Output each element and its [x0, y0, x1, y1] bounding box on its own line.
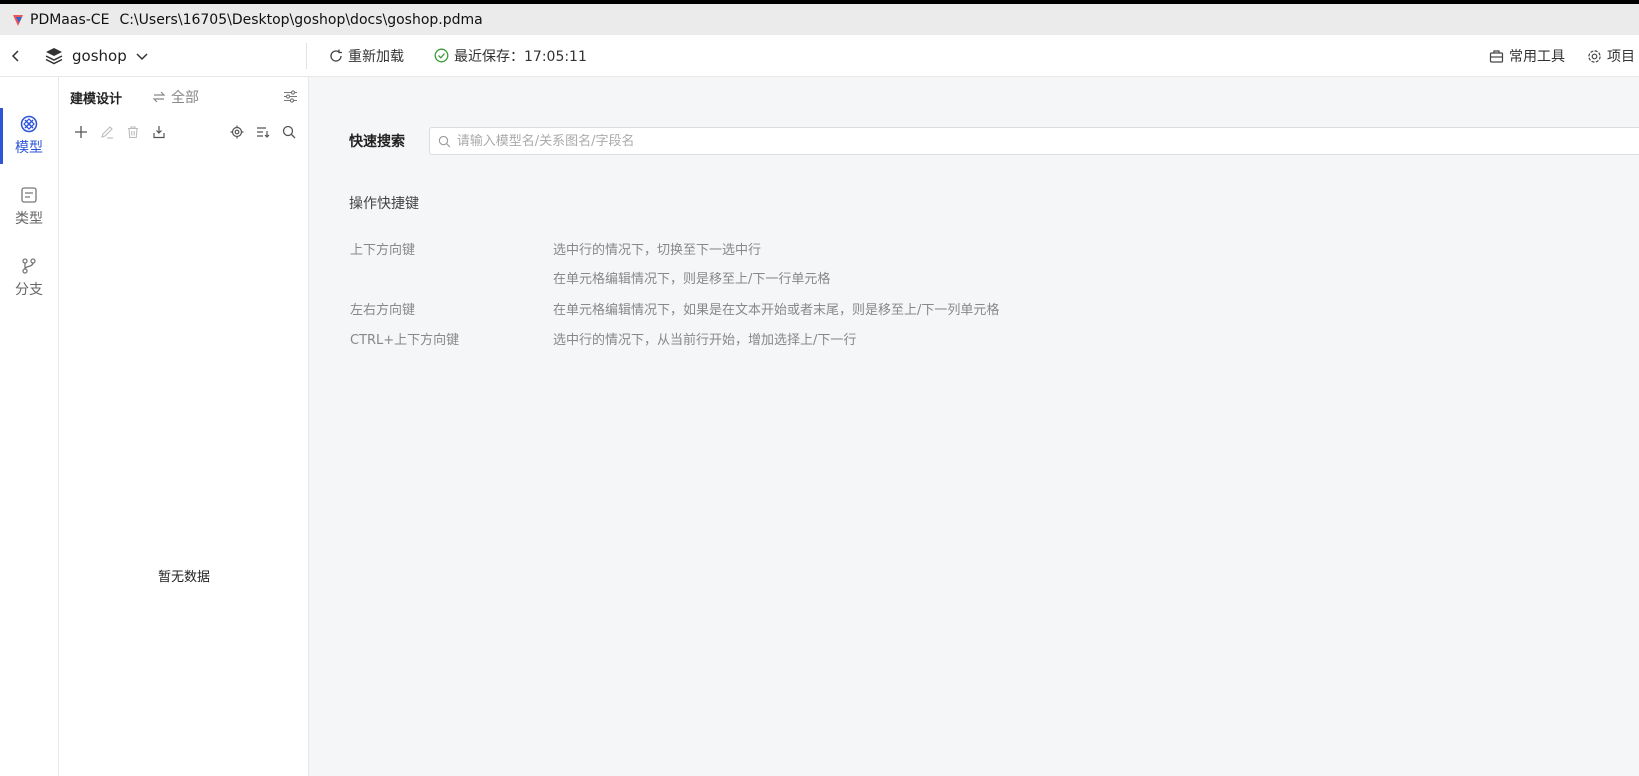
main-content: 快速搜索 操作快捷键 上下方向键 选中行的情况下，切换至下一选中行 在单元格编辑… — [309, 77, 1639, 776]
project-selector[interactable]: goshop — [44, 46, 294, 66]
shortcuts-title: 操作快捷键 — [349, 196, 419, 212]
locate-button[interactable] — [224, 121, 250, 143]
sort-icon — [257, 127, 270, 138]
settings-sliders-button[interactable] — [283, 89, 298, 108]
edit-button[interactable] — [94, 121, 120, 143]
import-button[interactable] — [146, 121, 172, 143]
chevron-down-icon — [136, 52, 148, 60]
nav-label-type: 类型 — [15, 211, 43, 227]
nav-label-branch: 分支 — [15, 282, 43, 298]
search-icon — [282, 125, 296, 139]
swap-icon — [152, 91, 166, 103]
left-nav: 模型 类型 分支 — [0, 77, 59, 776]
nav-label-model: 模型 — [15, 140, 43, 156]
trash-icon — [128, 126, 138, 139]
add-button[interactable] — [68, 121, 94, 143]
import-icon — [153, 126, 165, 139]
quick-search-input[interactable] — [456, 133, 1639, 149]
type-icon — [21, 187, 37, 203]
delete-button[interactable] — [120, 121, 146, 143]
quick-search-box[interactable] — [429, 127, 1639, 155]
project-settings-label: 项目 — [1607, 49, 1635, 65]
target-icon — [230, 125, 244, 139]
reload-label: 重新加载 — [348, 48, 404, 65]
gear-icon — [1588, 49, 1601, 63]
nav-item-type[interactable]: 类型 — [0, 176, 58, 238]
project-name: goshop — [72, 46, 127, 65]
shortcut-key: 上下方向键 — [350, 243, 416, 258]
app-logo-icon — [10, 12, 26, 28]
common-tools-button[interactable]: 常用工具 — [1489, 46, 1565, 66]
common-tools-label: 常用工具 — [1509, 49, 1565, 65]
window-titlebar: PDMaas-CE C:\Users\16705\Desktop\goshop\… — [0, 4, 1639, 35]
branch-icon — [22, 258, 36, 274]
saved-time-label: 最近保存：17:05:11 — [454, 48, 587, 65]
toolbar-right: 常用工具 项目 — [1489, 35, 1639, 77]
app-name: PDMaas-CE — [30, 11, 110, 28]
plus-icon — [75, 126, 87, 138]
check-circle-icon — [434, 48, 449, 63]
shortcut-key: CTRL+上下方向键 — [350, 333, 460, 348]
scope-toggle[interactable]: 全部 — [152, 87, 199, 107]
nav-item-branch[interactable]: 分支 — [0, 247, 58, 309]
shortcut-key: 左右方向键 — [350, 303, 416, 318]
side-panel-header: 建模设计 全部 — [59, 77, 308, 117]
save-status: 最近保存：17:05:11 — [434, 46, 587, 66]
nav-item-model[interactable]: 模型 — [0, 105, 58, 167]
side-panel-title: 建模设计 — [70, 91, 123, 107]
scope-label: 全部 — [171, 90, 200, 106]
model-side-panel: 建模设计 全部 暂无数据 — [59, 77, 309, 776]
sort-button[interactable] — [250, 121, 276, 143]
file-path: C:\Users\16705\Desktop\goshop\docs\gosho… — [119, 11, 483, 28]
quick-search-label: 快速搜索 — [349, 134, 405, 150]
toolbox-icon — [1489, 49, 1504, 63]
project-settings-button[interactable]: 项目 — [1587, 46, 1639, 66]
chevron-left-icon — [11, 49, 19, 62]
side-panel-toolbar — [59, 117, 308, 147]
shortcut-desc: 选中行的情况下，从当前行开始，增加选择上/下一行 — [553, 333, 857, 348]
search-button[interactable] — [276, 121, 302, 143]
toolbar-divider — [306, 42, 307, 69]
shortcut-desc: 选中行的情况下，切换至下一选中行 — [553, 243, 762, 258]
quick-search-row: 快速搜索 — [349, 127, 1639, 155]
side-panel-toolbar-right — [224, 121, 302, 143]
top-toolbar: goshop 重新加载 最近保存：17:05:11 常用工具 项目 — [0, 35, 1639, 77]
model-icon — [20, 115, 38, 133]
empty-state-text: 暂无数据 — [157, 570, 210, 585]
search-icon — [438, 135, 451, 147]
shortcut-desc: 在单元格编辑情况下，则是移至上/下一行单元格 — [553, 272, 831, 287]
sliders-icon — [284, 90, 297, 103]
reload-button[interactable]: 重新加载 — [329, 46, 404, 66]
shortcut-desc: 在单元格编辑情况下，如果是在文本开始或者末尾，则是移至上/下一列单元格 — [553, 303, 1000, 318]
layers-icon — [45, 47, 63, 64]
refresh-icon — [330, 49, 342, 62]
back-button[interactable] — [0, 35, 32, 77]
pencil-icon — [101, 126, 113, 139]
